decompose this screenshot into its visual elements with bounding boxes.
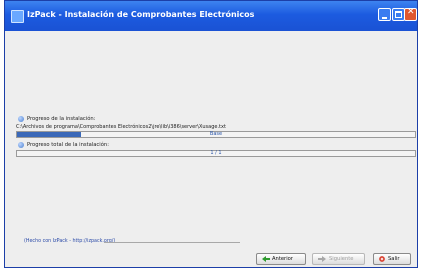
info-icon (18, 116, 24, 122)
maximize-icon (395, 11, 402, 18)
info-icon (18, 142, 24, 148)
quit-icon (379, 256, 385, 262)
next-arrow-icon (318, 256, 326, 262)
title-bar[interactable]: IzPack - Instalación de Comprobantes Ele… (5, 1, 417, 31)
back-arrow-icon (262, 256, 270, 262)
pack-progress-text: Base (209, 131, 223, 137)
installer-window: IzPack - Instalación de Comprobantes Ele… (4, 0, 418, 268)
next-button-label: Siguiente (329, 256, 354, 262)
close-icon: ✕ (407, 7, 415, 17)
minimize-button[interactable] (378, 8, 391, 21)
window-title: IzPack - Instalación de Comprobantes Ele… (27, 10, 255, 19)
quit-button-label: Salir (388, 256, 400, 262)
current-file-path: C:\Archivos de programa\Comprobantes Ele… (16, 124, 226, 130)
back-button-label: Anterior (272, 256, 293, 262)
back-button[interactable]: Anterior (256, 253, 306, 265)
overall-progress-text: 1 / 1 (210, 150, 222, 156)
next-button[interactable]: Siguiente (312, 253, 365, 265)
progress-label: Progreso de la instalación: (27, 116, 96, 122)
pack-progress-bar: Base (16, 131, 416, 138)
izpack-credit-link[interactable]: (Hecho con IzPack - http://izpack.org/) (24, 239, 115, 244)
app-icon (11, 10, 24, 23)
overall-progress-label: Progreso total de la instalación: (27, 142, 109, 148)
minimize-icon (382, 17, 387, 19)
footer-separator (104, 242, 240, 243)
close-button[interactable]: ✕ (404, 7, 417, 21)
install-panel: Progreso de la instalación: C:\Archivos … (5, 31, 417, 233)
quit-button[interactable]: Salir (373, 253, 411, 265)
overall-progress-bar: 1 / 1 (16, 150, 416, 157)
